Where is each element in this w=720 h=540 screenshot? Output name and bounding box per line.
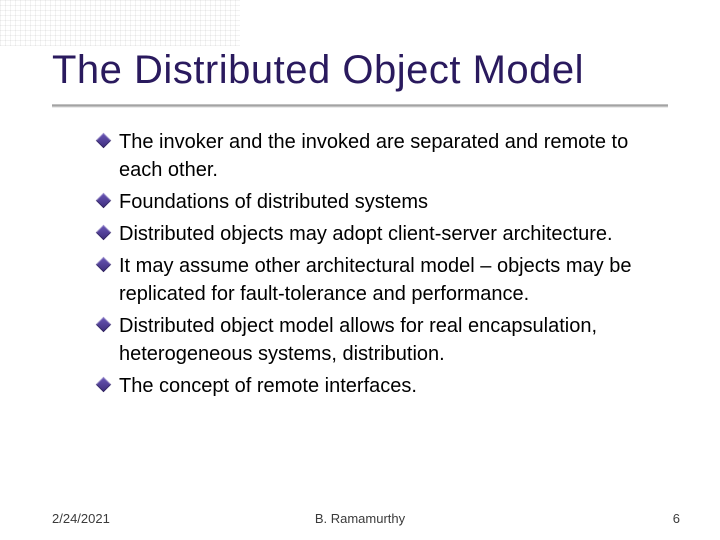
list-item: Foundations of distributed systems bbox=[98, 188, 658, 216]
diamond-bullet-icon bbox=[96, 317, 112, 333]
bullet-text: Distributed objects may adopt client-ser… bbox=[119, 220, 613, 248]
footer-page-number: 6 bbox=[673, 511, 680, 526]
bullet-text: Foundations of distributed systems bbox=[119, 188, 428, 216]
list-item: Distributed object model allows for real… bbox=[98, 312, 658, 368]
list-item: It may assume other architectural model … bbox=[98, 252, 658, 308]
footer-date: 2/24/2021 bbox=[52, 511, 110, 526]
corner-texture bbox=[0, 0, 240, 46]
title-underline bbox=[52, 104, 668, 107]
diamond-bullet-icon bbox=[96, 133, 112, 149]
list-item: The invoker and the invoked are separate… bbox=[98, 128, 658, 184]
bullet-text: Distributed object model allows for real… bbox=[119, 312, 658, 368]
bullet-text: The concept of remote interfaces. bbox=[119, 372, 417, 400]
list-item: The concept of remote interfaces. bbox=[98, 372, 658, 400]
bullet-list: The invoker and the invoked are separate… bbox=[98, 128, 658, 404]
footer-author: B. Ramamurthy bbox=[315, 511, 405, 526]
diamond-bullet-icon bbox=[96, 193, 112, 209]
slide-title: The Distributed Object Model bbox=[52, 48, 584, 93]
diamond-bullet-icon bbox=[96, 377, 112, 393]
bullet-text: The invoker and the invoked are separate… bbox=[119, 128, 658, 184]
list-item: Distributed objects may adopt client-ser… bbox=[98, 220, 658, 248]
diamond-bullet-icon bbox=[96, 257, 112, 273]
diamond-bullet-icon bbox=[96, 225, 112, 241]
slide-footer: 2/24/2021 B. Ramamurthy 6 bbox=[0, 511, 720, 526]
bullet-text: It may assume other architectural model … bbox=[119, 252, 658, 308]
